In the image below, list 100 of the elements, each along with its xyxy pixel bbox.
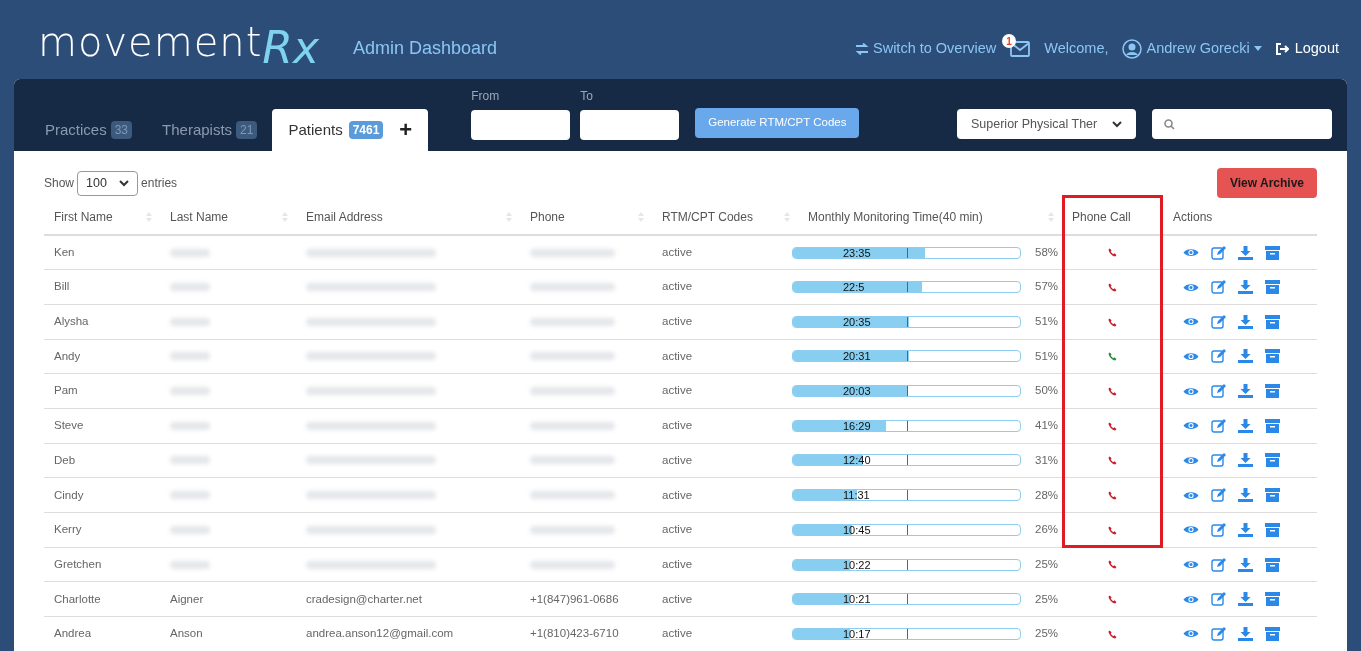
download-icon[interactable]	[1238, 245, 1253, 260]
column-header[interactable]: Monthly Monitoring Time(40 min)	[808, 207, 983, 226]
mail-icon[interactable]	[1010, 40, 1031, 57]
status-text: active	[662, 315, 693, 328]
practice-select[interactable]: Superior Physical Ther	[957, 109, 1136, 139]
download-icon[interactable]	[1238, 314, 1253, 329]
eye-icon[interactable]	[1183, 524, 1199, 536]
eye-icon[interactable]	[1183, 281, 1199, 293]
date-field[interactable]	[471, 110, 571, 140]
download-icon[interactable]	[1238, 557, 1253, 572]
phone-icon[interactable]	[1108, 491, 1117, 500]
phone-number: +1(847)961-0686	[530, 592, 619, 605]
eye-icon[interactable]	[1183, 593, 1199, 605]
phone-icon[interactable]	[1108, 456, 1117, 466]
search-field[interactable]	[1152, 109, 1332, 139]
status-text: active	[662, 557, 693, 570]
column-header[interactable]: Last Name	[170, 207, 229, 226]
eye-icon[interactable]	[1183, 316, 1199, 328]
logout-link[interactable]: Logout	[1275, 37, 1339, 60]
archive-icon[interactable]	[1265, 314, 1280, 329]
field-label: To	[580, 88, 593, 105]
edit-icon[interactable]	[1211, 453, 1226, 468]
download-icon[interactable]	[1238, 384, 1253, 399]
column-header[interactable]: RTM/CPT Codes	[662, 207, 753, 226]
status-text: active	[662, 453, 693, 466]
edit-icon[interactable]	[1211, 280, 1226, 295]
edit-icon[interactable]	[1211, 349, 1226, 364]
edit-icon[interactable]	[1211, 418, 1226, 433]
time-label: 16:29	[843, 420, 871, 431]
edit-icon[interactable]	[1211, 314, 1226, 329]
date-field[interactable]	[580, 110, 680, 140]
phone-icon[interactable]	[1108, 525, 1117, 535]
column-header[interactable]: Email Address	[306, 207, 383, 226]
download-icon[interactable]	[1238, 626, 1253, 641]
archive-icon[interactable]	[1265, 245, 1280, 260]
download-icon[interactable]	[1238, 453, 1253, 468]
archive-icon[interactable]	[1265, 626, 1280, 641]
eye-icon[interactable]	[1183, 350, 1199, 362]
first-name: Bill	[54, 280, 70, 293]
tab[interactable]: Patients 7461 +	[272, 109, 429, 151]
show-label: Show	[44, 175, 75, 192]
phone-icon[interactable]	[1108, 629, 1117, 639]
first-name: Deb	[54, 453, 76, 466]
archive-icon[interactable]	[1265, 522, 1280, 537]
phone-number: +1(810)423-6710	[530, 627, 619, 640]
edit-icon[interactable]	[1211, 488, 1226, 503]
archive-icon[interactable]	[1265, 280, 1280, 295]
field-label: From	[471, 88, 500, 105]
percent-text: 25%	[1035, 556, 1059, 572]
time-label: 11:31	[843, 490, 870, 501]
time-label: 10:22	[843, 559, 871, 570]
archive-icon[interactable]	[1265, 349, 1280, 364]
phone-icon[interactable]	[1108, 421, 1117, 431]
edit-icon[interactable]	[1211, 626, 1226, 641]
edit-icon[interactable]	[1211, 592, 1226, 607]
eye-icon[interactable]	[1183, 454, 1199, 466]
archive-icon[interactable]	[1265, 592, 1280, 607]
tab[interactable]: Therapists 21	[147, 109, 273, 151]
download-icon[interactable]	[1238, 349, 1253, 364]
phone-icon[interactable]	[1108, 386, 1117, 396]
first-name: Gretchen	[54, 557, 102, 570]
download-icon[interactable]	[1238, 418, 1253, 433]
archive-icon[interactable]	[1265, 453, 1280, 468]
time-label: 20:31	[843, 351, 871, 362]
column-header: Actions	[1173, 208, 1213, 226]
download-icon[interactable]	[1238, 592, 1253, 607]
eye-icon[interactable]	[1183, 628, 1199, 640]
tab[interactable]: Practices 33	[30, 109, 148, 151]
column-header[interactable]: Phone	[530, 207, 565, 226]
phone-icon[interactable]	[1108, 595, 1117, 605]
phone-icon[interactable]	[1108, 560, 1117, 570]
edit-icon[interactable]	[1211, 522, 1226, 537]
eye-icon[interactable]	[1183, 420, 1199, 432]
archive-icon[interactable]	[1265, 557, 1280, 572]
phone-icon[interactable]	[1108, 352, 1117, 362]
column-header: Phone Call	[1072, 208, 1131, 226]
eye-icon[interactable]	[1183, 559, 1199, 571]
view-archive-button[interactable]: View Archive	[1216, 168, 1317, 198]
phone-icon[interactable]	[1108, 282, 1117, 292]
archive-icon[interactable]	[1265, 418, 1280, 433]
eye-icon[interactable]	[1183, 385, 1199, 397]
eye-icon[interactable]	[1183, 247, 1199, 259]
edit-icon[interactable]	[1211, 384, 1226, 399]
archive-icon[interactable]	[1265, 384, 1280, 399]
eye-icon[interactable]	[1183, 489, 1199, 501]
column-header[interactable]: First Name	[54, 207, 113, 226]
add-button[interactable]: +	[399, 119, 413, 141]
phone-icon[interactable]	[1108, 317, 1117, 327]
switch-overview-link[interactable]: Switch to Overview	[855, 37, 997, 60]
time-label: 20:35	[843, 316, 871, 327]
download-icon[interactable]	[1238, 522, 1253, 537]
phone-icon[interactable]	[1108, 248, 1117, 258]
archive-icon[interactable]	[1265, 488, 1280, 503]
edit-icon[interactable]	[1211, 245, 1226, 260]
edit-icon[interactable]	[1211, 557, 1226, 572]
download-icon[interactable]	[1238, 280, 1253, 295]
entries-select[interactable]: 100	[77, 170, 139, 196]
time-label: 22:5	[843, 282, 865, 293]
user-menu[interactable]: Andrew Gorecki	[1122, 37, 1262, 60]
download-icon[interactable]	[1238, 488, 1253, 503]
